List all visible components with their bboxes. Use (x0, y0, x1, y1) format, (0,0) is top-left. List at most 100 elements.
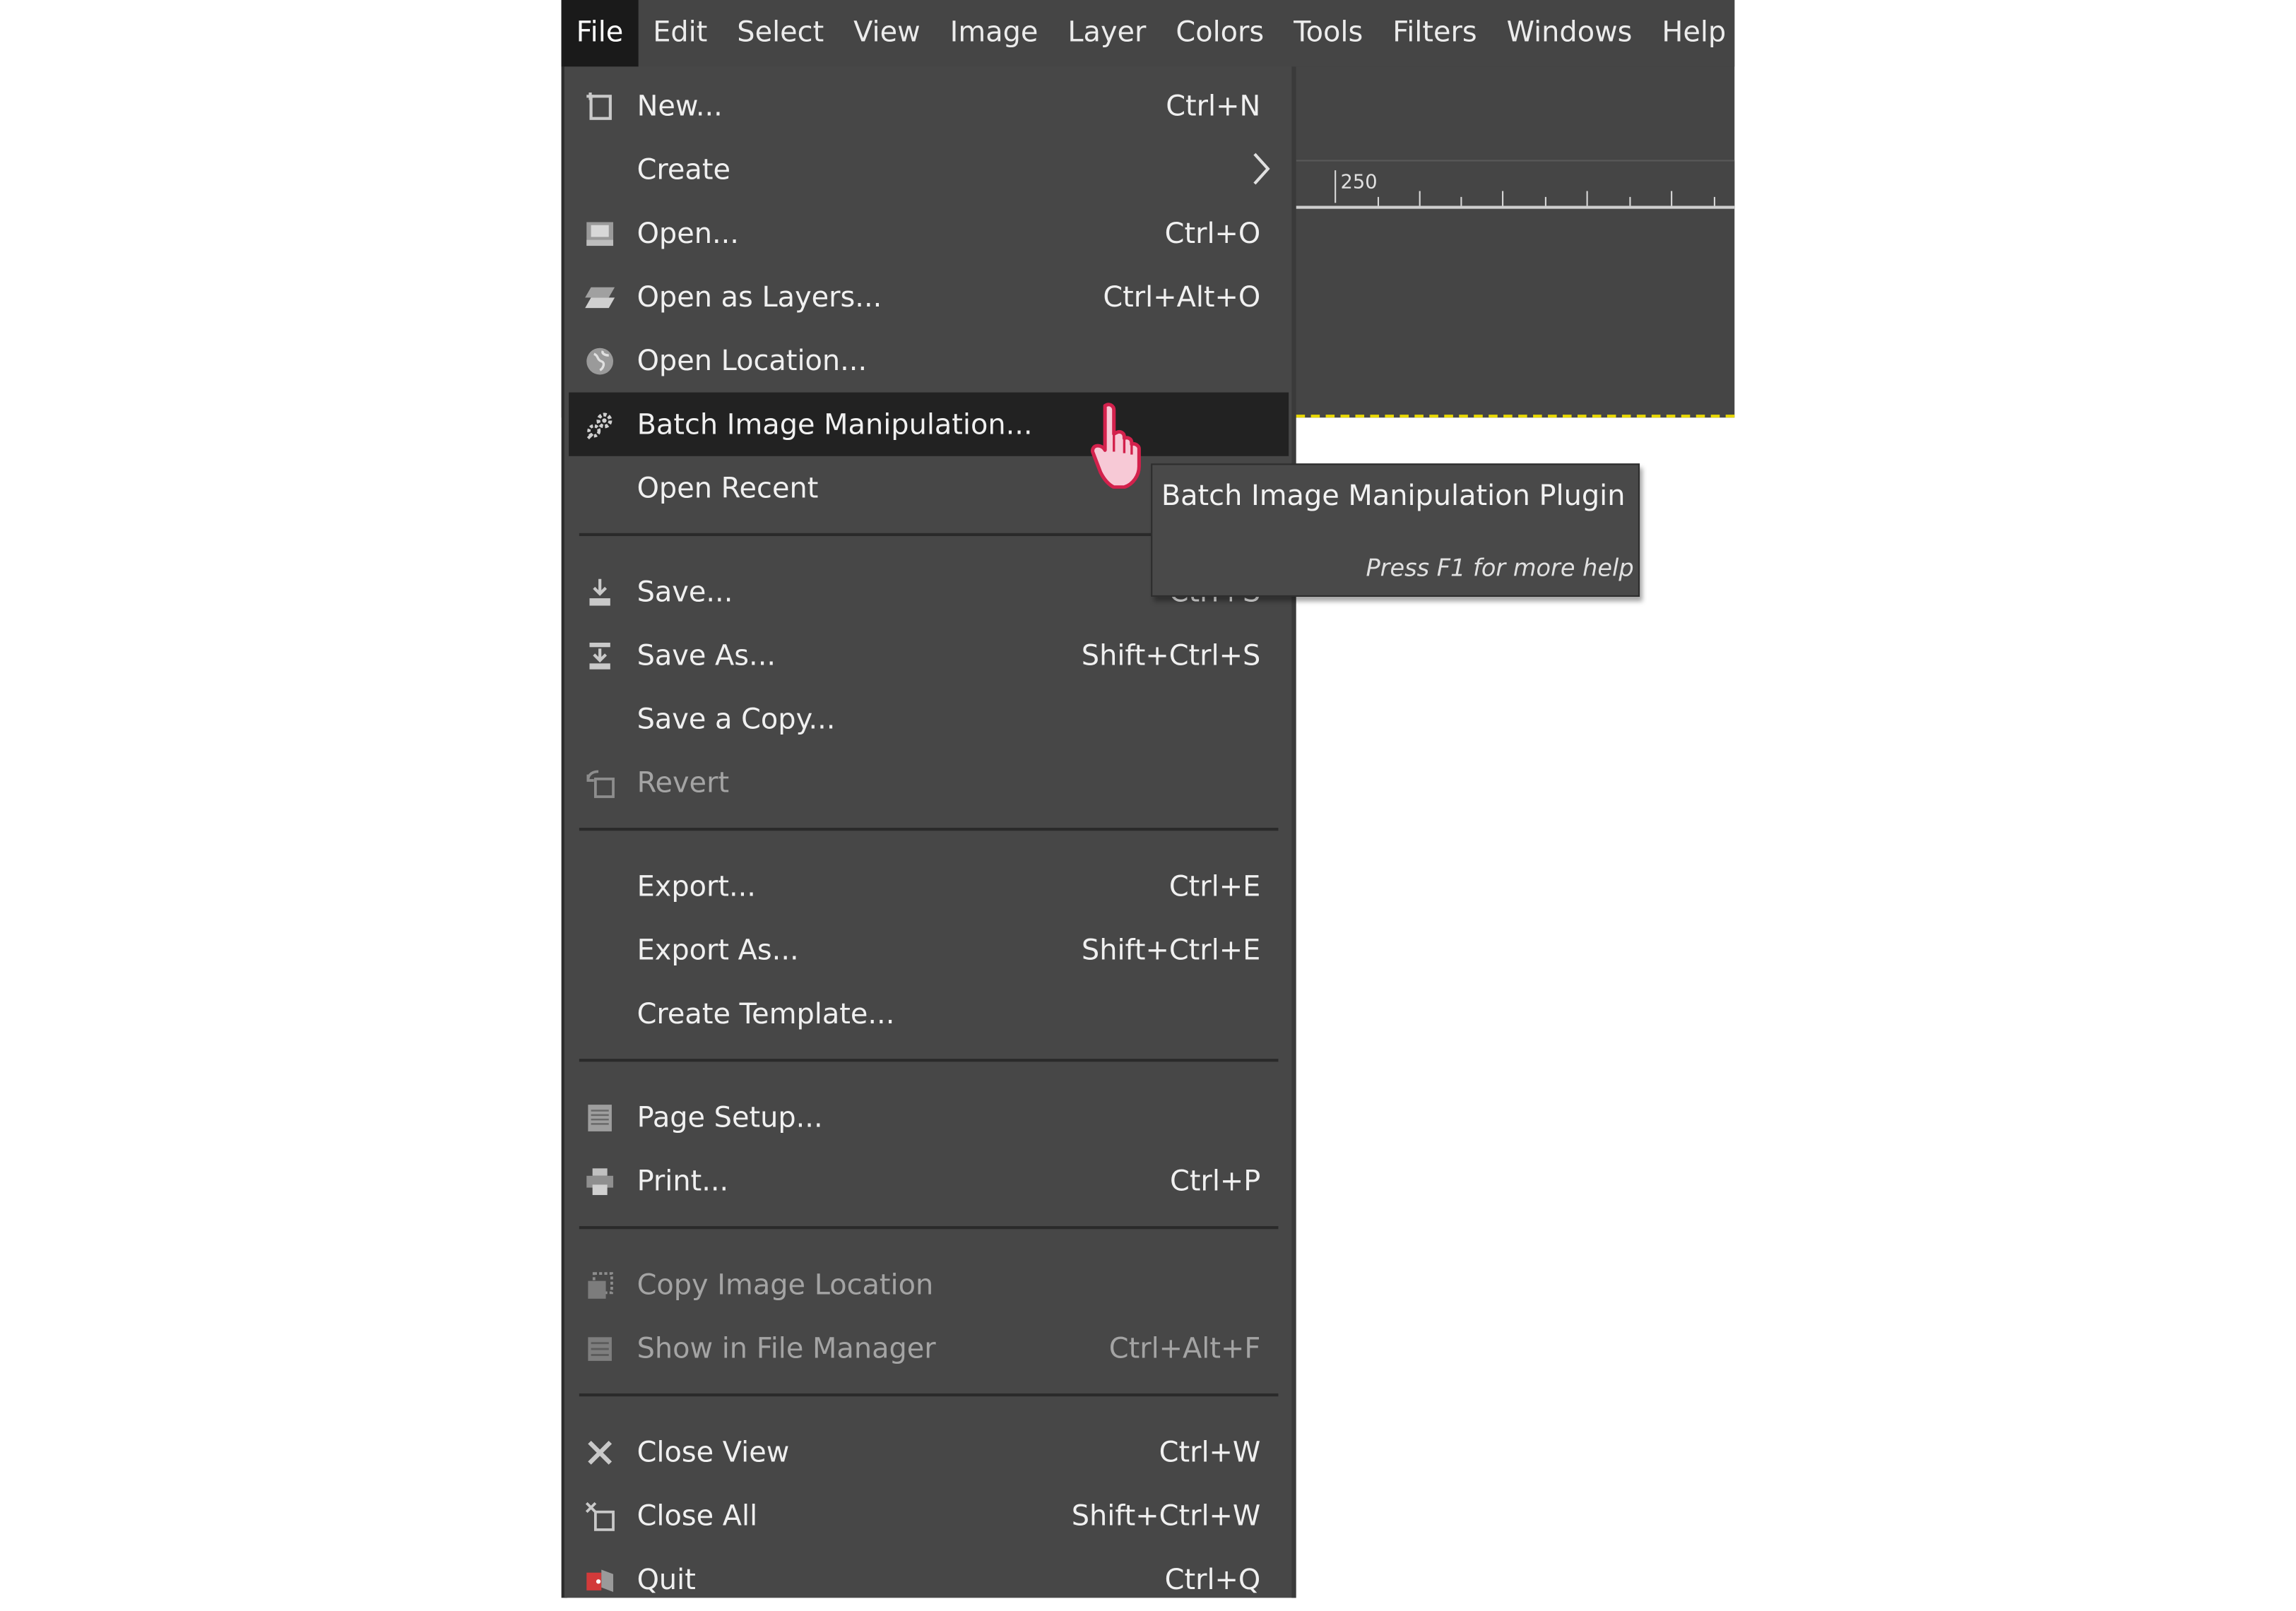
menubar-item-edit[interactable]: Edit (638, 0, 722, 66)
menubar-item-layer[interactable]: Layer (1053, 0, 1161, 66)
gears-icon (582, 408, 617, 443)
tooltip-help-hint: Press F1 for more help (1366, 554, 1634, 583)
chevron-right-icon (1250, 151, 1271, 194)
menubar-item-colors[interactable]: Colors (1161, 0, 1279, 66)
menu-item-shortcut: Ctrl+E (1168, 869, 1261, 903)
copy-location-icon (582, 1268, 617, 1303)
open-layers-icon (582, 280, 617, 315)
menu-item-shortcut: Ctrl+P (1169, 1165, 1261, 1198)
menu-item-save-as[interactable]: Save As... Shift+Ctrl+S (569, 624, 1289, 687)
menu-separator (579, 1059, 1279, 1062)
hand-pointer-cursor-icon (1090, 400, 1158, 489)
page-setup-icon (582, 1100, 617, 1136)
ruler-tick (1713, 196, 1715, 206)
menubar-item-windows[interactable]: Windows (1492, 0, 1647, 66)
menu-item-shortcut: Ctrl+Alt+O (1103, 280, 1261, 314)
open-icon (582, 216, 617, 251)
ruler-tick (1544, 196, 1546, 206)
close-icon (582, 1435, 617, 1470)
menu-item-create-template[interactable]: Create Template... (569, 982, 1289, 1045)
menu-item-label: Show in File Manager (637, 1331, 936, 1365)
menu-item-label: Create Template... (637, 997, 895, 1030)
menubar-item-image[interactable]: Image (935, 0, 1053, 66)
menu-item-export-as[interactable]: Export As... Shift+Ctrl+E (569, 918, 1289, 982)
menu-item-label: Page Setup... (637, 1100, 823, 1134)
menu-item-label: Batch Image Manipulation... (637, 408, 1033, 441)
close-all-icon (582, 1499, 617, 1534)
new-image-icon (582, 89, 617, 124)
globe-icon (582, 343, 617, 379)
gimp-window-region: File Edit Select View Image Layer Colors… (0, 0, 2296, 1598)
menu-item-label: Close View (637, 1435, 790, 1468)
menu-item-page-setup[interactable]: Page Setup... (569, 1086, 1289, 1149)
menu-item-label: Open Recent (637, 471, 819, 504)
menu-item-open-location[interactable]: Open Location... (569, 328, 1289, 392)
menubar-item-file[interactable]: File (561, 0, 639, 67)
save-icon (582, 575, 617, 610)
menu-item-print[interactable]: Print... Ctrl+P (569, 1149, 1289, 1213)
menubar-item-filters[interactable]: Filters (1378, 0, 1491, 66)
menu-item-close-all[interactable]: Close All Shift+Ctrl+W (569, 1484, 1289, 1547)
menu-item-label: Close All (637, 1499, 758, 1533)
menu-item-batch-image-manipulation[interactable]: Batch Image Manipulation... (569, 392, 1289, 456)
ruler-label: 250 (1340, 172, 1378, 194)
ruler-tick (1377, 196, 1380, 206)
menu-separator (579, 1226, 1279, 1230)
menu-item-revert[interactable]: Revert (569, 751, 1289, 814)
ruler-tick (1502, 191, 1504, 206)
menu-item-shortcut: Ctrl+O (1164, 217, 1261, 250)
menu-item-open-as-layers[interactable]: Open as Layers... Ctrl+Alt+O (569, 265, 1289, 328)
save-as-icon (582, 638, 617, 674)
tooltip-title: Batch Image Manipulation Plugin (1161, 480, 1626, 513)
menu-item-label: Save As... (637, 638, 776, 672)
menubar-item-tools[interactable]: Tools (1279, 0, 1378, 66)
menu-separator (579, 1393, 1279, 1397)
tooltip: Batch Image Manipulation Plugin Press F1… (1151, 463, 1640, 597)
menu-item-shortcut: Ctrl+N (1166, 89, 1261, 122)
menu-item-create[interactable]: Create (569, 138, 1289, 201)
menu-item-export[interactable]: Export... Ctrl+E (569, 855, 1289, 918)
menu-item-shortcut: Ctrl+Alt+F (1108, 1331, 1261, 1365)
menu-item-shortcut: Shift+Ctrl+S (1081, 638, 1261, 672)
menu-item-label: Quit (637, 1563, 696, 1596)
menu-item-label: Export... (637, 869, 757, 903)
canvas-boundary-dashes (1296, 415, 1735, 418)
ruler-tick (1629, 196, 1631, 206)
menu-item-close-view[interactable]: Close View Ctrl+W (569, 1420, 1289, 1484)
file-manager-icon (582, 1331, 617, 1367)
horizontal-ruler[interactable]: 250 (1296, 161, 1735, 209)
menu-item-label: Save a Copy... (637, 702, 836, 736)
printer-icon (582, 1164, 617, 1199)
menu-item-shortcut: Ctrl+W (1159, 1435, 1261, 1468)
menu-item-quit[interactable]: Quit Ctrl+Q (569, 1547, 1289, 1611)
menu-item-label: Copy Image Location (637, 1268, 934, 1301)
menu-item-save-a-copy[interactable]: Save a Copy... (569, 687, 1289, 751)
menu-item-label: Open... (637, 217, 739, 250)
menu-item-shortcut: Shift+Ctrl+E (1081, 933, 1261, 967)
menu-item-label: Save... (637, 575, 733, 608)
ruler-tick (1586, 191, 1588, 206)
file-menu: New... Ctrl+N Create Open... Ctrl+O Open… (564, 66, 1296, 1598)
ruler-tick (1419, 191, 1421, 206)
menu-item-label: Print... (637, 1165, 729, 1198)
menu-item-copy-image-location[interactable]: Copy Image Location (569, 1253, 1289, 1316)
menu-item-label: Revert (637, 766, 730, 799)
menubar-item-select[interactable]: Select (722, 0, 839, 66)
menu-item-label: Export As... (637, 933, 799, 967)
menu-separator (579, 828, 1279, 831)
menu-item-label: Open Location... (637, 344, 868, 377)
menu-item-label: New... (637, 89, 723, 122)
ruler-tick (1671, 191, 1673, 206)
menubar-item-help[interactable]: Help (1647, 0, 1741, 66)
menu-item-shortcut: Ctrl+Q (1164, 1563, 1261, 1596)
revert-icon (582, 766, 617, 801)
ruler-tick (1460, 196, 1462, 206)
ruler-major-tick (1335, 170, 1337, 203)
menubar: File Edit Select View Image Layer Colors… (561, 0, 1735, 67)
menu-item-open[interactable]: Open... Ctrl+O (569, 201, 1289, 265)
menu-item-label: Open as Layers... (637, 280, 882, 314)
menubar-item-view[interactable]: View (839, 0, 935, 66)
menu-item-show-in-file-manager[interactable]: Show in File Manager Ctrl+Alt+F (569, 1316, 1289, 1380)
menu-item-label: Create (637, 153, 730, 186)
menu-item-new[interactable]: New... Ctrl+N (569, 74, 1289, 138)
